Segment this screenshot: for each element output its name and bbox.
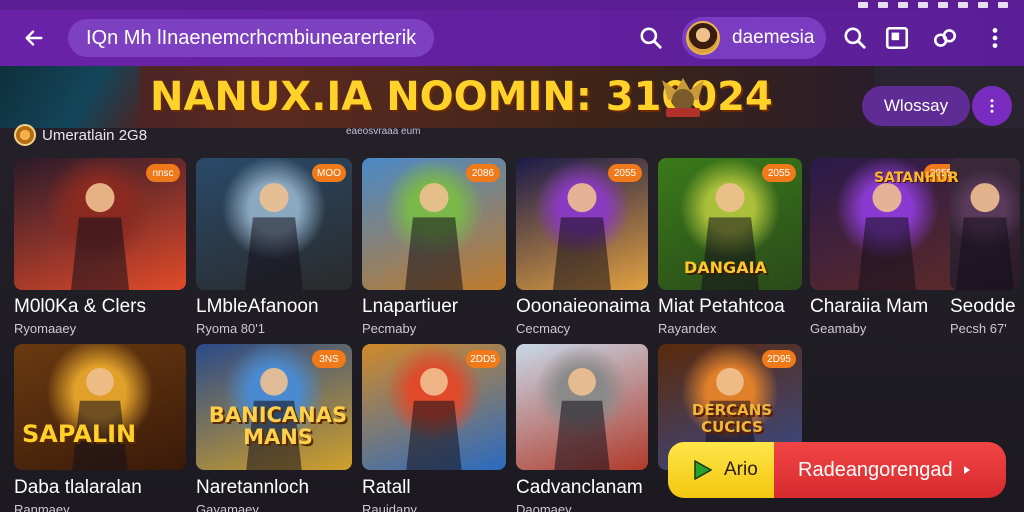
game-thumbnail[interactable]: nnsc (14, 158, 186, 290)
game-badge: nnsc (146, 164, 180, 182)
game-badge: 2D95 (762, 350, 796, 368)
game-thumbnail[interactable]: 2055 (516, 158, 648, 290)
game-subtitle: Ryoma 80'1 (196, 321, 265, 336)
avatar (686, 21, 720, 55)
more-options-button[interactable] (972, 86, 1012, 126)
art-label: DANGAIA (684, 258, 767, 277)
primary-action-label: Radeangorengad (798, 458, 953, 481)
game-thumbnail[interactable] (14, 344, 186, 470)
user-name: daemesia (732, 27, 815, 48)
game-thumbnail[interactable] (950, 158, 1020, 290)
game-title: LMbleAfanoon (196, 296, 319, 317)
game-subtitle: Ranmaey (14, 502, 70, 512)
art-label: BANICANAS MANS (208, 403, 348, 449)
primary-action-button[interactable]: Radeangorengad (774, 442, 1006, 498)
system-status-bar (0, 0, 1024, 10)
status-icon (998, 2, 1008, 8)
banner-action-button[interactable]: Wlossay (862, 86, 970, 126)
warrior-emblem-icon (662, 78, 704, 117)
game-subtitle: Rayandex (658, 321, 717, 336)
play-icon (694, 459, 713, 481)
arrow-left-icon (25, 30, 43, 46)
app-window: IQn Mh lInaenemcrhcmbiunearerterik daeme… (0, 0, 1024, 512)
search-field[interactable]: IQn Mh lInaenemcrhcmbiunearerterik (68, 19, 434, 57)
art-label: DERCANS CUCICS (691, 401, 773, 436)
game-title: Cadvanclanam (516, 477, 643, 498)
game-subtitle: Gayamaey (196, 502, 259, 512)
app-header: IQn Mh lInaenemcrhcmbiunearerterik daeme… (0, 10, 1024, 66)
status-icon (958, 2, 968, 8)
promo-banner[interactable]: NANUX.IA NOOMIN: 310024 (0, 66, 874, 128)
game-subtitle: Pecmaby (362, 321, 417, 336)
share-icon[interactable] (932, 25, 958, 51)
game-title: Ooonaieonaima (516, 296, 651, 317)
game-badge: 2055 (608, 164, 642, 182)
game-thumbnail[interactable] (516, 344, 648, 470)
status-icon (918, 2, 928, 8)
section-header: Umeratlain 2G8 (14, 124, 147, 146)
game-title: Naretannloch (196, 477, 310, 498)
game-subtitle: Rauidany (362, 502, 417, 512)
game-subtitle: Geamaby (810, 321, 867, 336)
game-badge: MOO (312, 164, 346, 182)
game-title: Lnapartiuer (362, 296, 459, 317)
game-title: Daba tlalaralan (14, 477, 142, 498)
game-badge: 2DD5 (466, 350, 500, 368)
art-label: SAPALIN (22, 420, 137, 448)
status-icon (978, 2, 988, 8)
section-meta: eaeosvraaa eum (346, 126, 421, 137)
game-subtitle: Daomaey (516, 502, 572, 512)
hero-artwork-icon (955, 183, 1015, 290)
game-thumbnail[interactable]: MOO (196, 158, 352, 290)
hero-artwork-icon (554, 367, 610, 470)
game-subtitle: Ryomaaey (14, 321, 77, 336)
game-title: M0l0Ka & Clers (14, 296, 146, 317)
status-icon (878, 2, 888, 8)
chevron-right-icon (963, 466, 970, 474)
hero-artwork-icon (72, 367, 128, 470)
section-badge-icon (14, 124, 36, 146)
status-icon (938, 2, 948, 8)
art-label: SATANHUR (874, 170, 959, 186)
game-title: Charaiia Mam (810, 296, 929, 317)
game-thumbnail[interactable]: 2086 (362, 158, 506, 290)
search-icon[interactable] (842, 25, 868, 51)
section-title: Umeratlain 2G8 (42, 126, 148, 144)
search-text: IQn Mh lInaenemcrhcmbiunearerterik (86, 26, 417, 49)
game-title: Ratall (362, 477, 411, 498)
game-thumbnail[interactable]: 2DD5 (362, 344, 506, 470)
back-button[interactable] (22, 26, 46, 50)
status-icon (858, 2, 868, 8)
game-subtitle: Cecmacy (516, 321, 571, 336)
banner-action-label: Wlossay (883, 96, 949, 115)
game-title: Seodde (950, 296, 1016, 317)
more-vertical-icon[interactable] (982, 25, 1008, 51)
game-badge: 3NS (312, 350, 346, 368)
status-icon (898, 2, 908, 8)
search-icon[interactable] (638, 25, 664, 51)
game-subtitle: Pecsh 67' (950, 321, 1007, 336)
game-title: Miat Petahtcoa (658, 296, 785, 317)
user-profile-chip[interactable]: daemesia (682, 17, 826, 59)
game-badge: 2055 (762, 164, 796, 182)
layout-icon[interactable] (884, 25, 910, 51)
play-button[interactable]: Ario (668, 442, 778, 498)
play-label: Ario (724, 459, 758, 480)
game-badge: 2086 (466, 164, 500, 182)
question-icon (990, 99, 994, 113)
